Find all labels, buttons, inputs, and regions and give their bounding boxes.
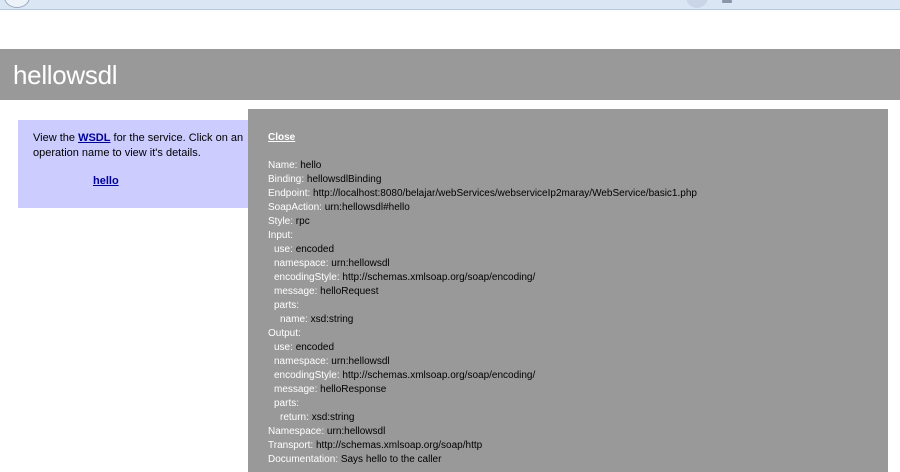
detail-row: parts: — [268, 299, 888, 313]
detail-row: message: helloResponse — [268, 383, 888, 397]
detail-label: return: — [280, 412, 309, 423]
detail-row: return: xsd:string — [268, 411, 888, 425]
detail-row: message: helloRequest — [268, 285, 888, 299]
detail-label: parts: — [274, 300, 300, 311]
detail-row: parts: — [268, 397, 888, 411]
detail-row: Transport: http://schemas.xmlsoap.org/so… — [268, 439, 888, 453]
detail-label: Binding: — [268, 174, 305, 185]
detail-value: hello — [300, 160, 322, 171]
detail-label: Endpoint: — [268, 188, 311, 199]
detail-row: use: encoded — [268, 243, 888, 257]
intro-prefix: View the — [33, 132, 79, 144]
detail-value: helloRequest — [320, 286, 379, 297]
detail-row: encodingStyle: http://schemas.xmlsoap.or… — [268, 271, 888, 285]
detail-value: urn:hellowsdl — [326, 426, 386, 437]
detail-value: encoded — [295, 342, 335, 353]
operation-details-popup: Close Name: hello Binding: hellowsdlBindi… — [248, 109, 888, 472]
detail-row: name: xsd:string — [268, 313, 888, 327]
detail-value: hellowsdlBinding — [306, 174, 382, 185]
operation-link-hello[interactable]: hello — [93, 174, 119, 189]
detail-label: Input: — [268, 230, 294, 241]
detail-label: use: — [274, 342, 293, 353]
detail-value: encoded — [295, 244, 335, 255]
detail-value: xsd:string — [310, 314, 354, 325]
detail-row: namespace: urn:hellowsdl — [268, 355, 888, 369]
detail-label: name: — [280, 314, 308, 325]
detail-row: Documentation: Says hello to the caller — [268, 453, 888, 467]
close-link[interactable]: Close — [268, 131, 888, 145]
details-list: Name: hello Binding: hellowsdlBinding Endp… — [268, 159, 888, 467]
detail-value: Says hello to the caller — [340, 454, 442, 465]
detail-value: helloResponse — [320, 384, 387, 395]
detail-value: http://schemas.xmlsoap.org/soap/http — [315, 440, 483, 451]
detail-value: urn:hellowsdl — [331, 258, 390, 269]
detail-row: Style: rpc — [268, 215, 888, 229]
back-button-icon[interactable] — [4, 0, 30, 8]
detail-row: Binding: hellowsdlBinding — [268, 173, 888, 187]
detail-label: Output: — [268, 328, 301, 339]
detail-label: Documentation: — [268, 454, 339, 465]
detail-label: Transport: — [268, 440, 314, 451]
detail-row: Output: — [268, 327, 888, 341]
detail-label: message: — [274, 384, 318, 395]
detail-value: http://schemas.xmlsoap.org/soap/encoding… — [342, 370, 536, 381]
browser-toolbar — [0, 0, 900, 10]
detail-row: Input: — [268, 229, 888, 243]
detail-label: namespace: — [274, 258, 329, 269]
detail-label: Style: — [268, 216, 294, 227]
page-header — [0, 49, 900, 100]
detail-row: SoapAction: urn:hellowsdl#hello — [268, 201, 888, 215]
detail-row: use: encoded — [268, 341, 888, 355]
detail-value: http://localhost:8080/belajar/webService… — [313, 188, 697, 199]
toolbar-round-icon[interactable] — [686, 0, 708, 8]
detail-row: namespace: urn:hellowsdl — [268, 257, 888, 271]
detail-label: SoapAction: — [268, 202, 322, 213]
intro-text: View the WSDL for the service. Click on … — [33, 132, 243, 159]
detail-value: http://schemas.xmlsoap.org/soap/encoding… — [342, 272, 536, 283]
detail-value: urn:hellowsdl — [331, 356, 390, 367]
detail-value: urn:hellowsdl#hello — [324, 202, 410, 213]
detail-value: rpc — [295, 216, 310, 227]
detail-label: use: — [274, 244, 293, 255]
detail-row: encodingStyle: http://schemas.xmlsoap.or… — [268, 369, 888, 383]
detail-row: Namespace: urn:hellowsdl — [268, 425, 888, 439]
detail-row: Name: hello — [268, 159, 888, 173]
detail-label: Namespace: — [268, 426, 325, 437]
page-title: hellowsdl — [13, 60, 118, 90]
operations-panel: View the WSDL for the service. Click on … — [18, 120, 268, 208]
detail-value: xsd:string — [311, 412, 355, 423]
detail-label: Name: — [268, 160, 298, 171]
detail-label: encodingStyle: — [274, 272, 340, 283]
detail-row: Endpoint: http://localhost:8080/belajar/… — [268, 187, 888, 201]
toolbar-glyph-icon — [722, 0, 732, 3]
detail-label: parts: — [274, 398, 300, 409]
detail-label: message: — [274, 286, 318, 297]
detail-label: encodingStyle: — [274, 370, 340, 381]
wsdl-link[interactable]: WSDL — [78, 132, 110, 144]
detail-label: namespace: — [274, 356, 329, 367]
